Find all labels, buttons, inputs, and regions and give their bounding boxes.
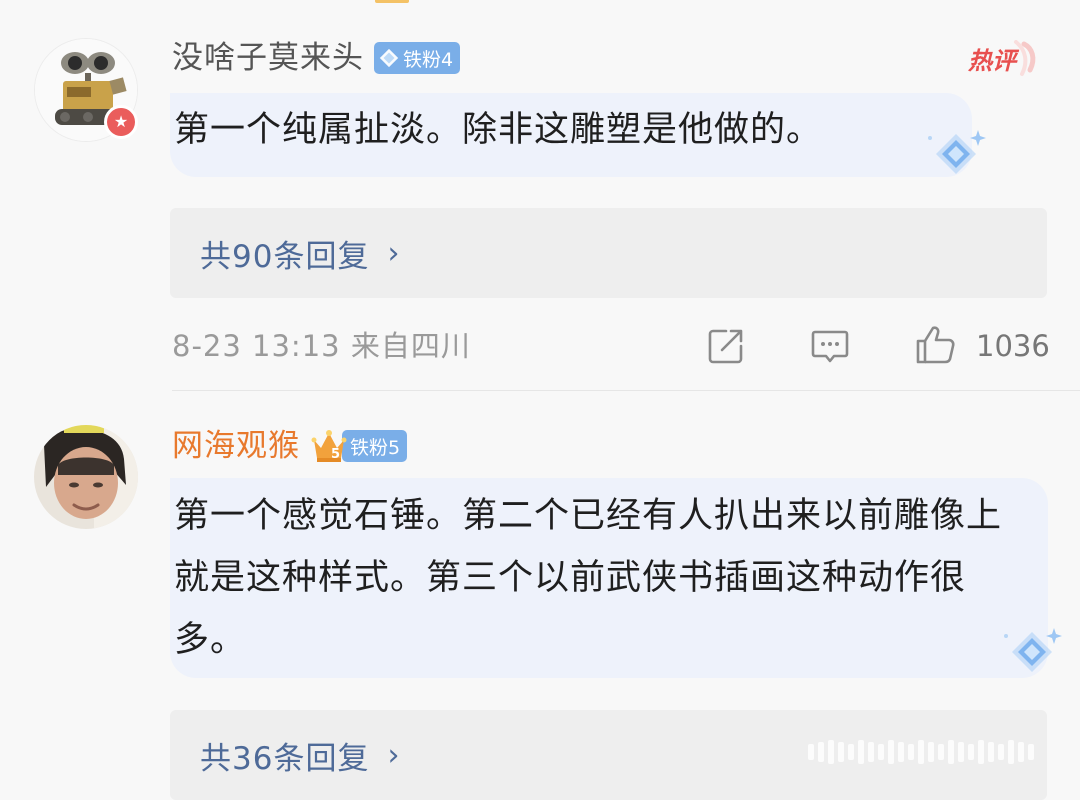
share-icon[interactable] [706,326,746,366]
crown-icon: 5 [311,430,347,462]
replies-label: 共90条回复 [200,238,370,275]
comment-text: 第一个纯属扯淡。除非这雕塑是他做的。 [174,110,823,150]
avatar[interactable] [34,425,138,529]
fan-badge-label: 铁粉4 [403,48,454,71]
hot-comment-tag: 热评 [967,40,1036,76]
comment-text: 第一个感觉石锤。第二个已经有人扒出来以前雕像上就是这种样式。第三个以前武侠书插画… [174,496,1003,660]
timestamp: 8-23 13:13 [172,329,341,363]
diamond-icon [379,48,399,68]
name-row: 没啥子莫来头 铁粉4 [172,36,461,80]
fan-badge[interactable]: 铁粉5 [342,430,408,462]
chevron-right-icon: › [387,737,400,773]
view-replies-button[interactable]: 共90条回复 › [170,208,1047,298]
username[interactable]: 网海观猴 [172,424,300,468]
divider [172,390,1080,391]
replies-label: 共36条回复 [200,740,370,777]
hot-tag-label: 热评 [967,47,1020,75]
verified-badge-icon: ★ [104,105,138,139]
like-icon[interactable] [914,324,956,366]
diamond-deco-icon [928,130,986,174]
diamond-deco-icon [1004,628,1062,672]
comment-icon[interactable] [810,326,850,366]
crown-level: 5 [331,447,340,462]
like-count: 1036 [976,329,1050,363]
comment-card: 网海观猴 5 铁粉5 第一个感觉石锤。第二个已经有人扒出来以前雕像上就是这种样式… [0,392,1080,800]
person-avatar-image [34,425,138,529]
fan-badge-label: 铁粉5 [350,436,401,459]
username[interactable]: 没啥子莫来头 [172,36,364,80]
comment-card: ★ 没啥子莫来头 铁粉4 热评 第一个纯属扯淡。除非这雕塑是他做的。 共90条回… [0,0,1080,392]
watermark-icon [808,740,1034,764]
chevron-right-icon: › [387,235,400,271]
fan-badge[interactable]: 铁粉4 [374,42,461,74]
name-row: 网海观猴 5 铁粉5 [172,424,408,468]
location: 来自四川 [350,329,471,363]
comment-meta: 8-23 13:13 来自四川 [172,324,471,368]
